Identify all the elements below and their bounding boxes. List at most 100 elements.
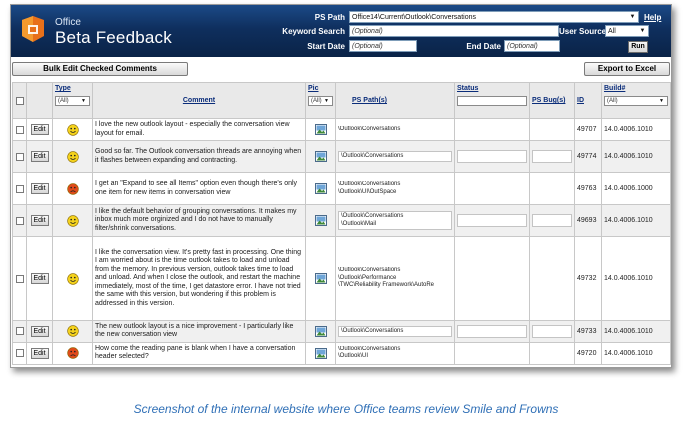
comment-cell: The new outlook layout is a nice improve… xyxy=(92,320,306,343)
ps-paths-list[interactable]: \Outlook\Conversations \Outlook\Mail xyxy=(338,211,452,230)
chevron-down-icon: ▼ xyxy=(629,14,636,20)
status-input[interactable] xyxy=(457,214,527,227)
ps-path-item: \Outlook\UI\OutSpace xyxy=(338,188,397,195)
comment-text: I like the conversation view. It's prett… xyxy=(95,249,301,307)
status-cell xyxy=(454,172,530,205)
edit-button[interactable]: Edit xyxy=(30,273,49,284)
edit-cell: Edit xyxy=(26,320,53,343)
smile-face-icon xyxy=(66,123,79,136)
edit-cell: Edit xyxy=(26,172,53,205)
pic-cell xyxy=(305,320,336,343)
ps-bugs-cell xyxy=(529,341,575,365)
row-checkbox[interactable] xyxy=(15,274,24,283)
run-button[interactable]: Run xyxy=(628,41,648,53)
comment-header: Comment xyxy=(92,82,306,119)
picture-icon[interactable] xyxy=(314,124,327,135)
ps-paths-list: \Outlook\Conversations xyxy=(338,126,452,134)
id-cell: 49720 xyxy=(574,341,602,365)
feedback-id: 49732 xyxy=(577,275,597,282)
row-select-cell xyxy=(12,236,27,321)
pic-cell xyxy=(305,172,336,205)
status-filter-input[interactable] xyxy=(457,96,527,106)
edit-header xyxy=(26,82,53,119)
status-sort-link[interactable]: Status xyxy=(457,85,527,92)
comment-cell: I like the default behavior of grouping … xyxy=(92,204,306,237)
ps-paths-cell: \Outlook\Conversations xyxy=(335,118,455,141)
end-date-input[interactable]: (Optional) xyxy=(504,40,560,52)
build-sort-link[interactable]: Build# xyxy=(604,85,668,92)
pic-cell xyxy=(305,204,336,237)
id-sort-link[interactable]: ID xyxy=(577,97,599,104)
frown-face-icon xyxy=(66,182,79,195)
ps-path-item: \Outlook\Conversations xyxy=(338,345,401,352)
picture-icon[interactable] xyxy=(314,183,327,194)
table-row: Edit I get an "Expand to see all Items" o… xyxy=(12,172,671,205)
row-select-cell xyxy=(12,118,27,141)
ps-paths-list: \Outlook\Conversations \Outlook\Performan… xyxy=(338,267,452,290)
pic-filter-select[interactable]: (All) ▼ xyxy=(308,96,333,106)
picture-icon[interactable] xyxy=(314,325,327,337)
comment-sort-link[interactable]: Comment xyxy=(95,97,303,104)
feedback-id: 49707 xyxy=(577,126,597,133)
status-header: Status xyxy=(454,82,530,119)
edit-button[interactable]: Edit xyxy=(30,215,49,226)
select-all-checkbox[interactable] xyxy=(15,97,24,105)
pic-cell xyxy=(305,140,336,173)
ps-bug-input[interactable] xyxy=(532,214,572,227)
status-cell xyxy=(454,140,530,173)
table-row: Edit I love the new outlook layout - espe… xyxy=(12,118,671,141)
ps-path-value: Office14\Current\Outlook\Conversations xyxy=(352,14,476,21)
row-checkbox[interactable] xyxy=(15,184,24,193)
edit-button[interactable]: Edit xyxy=(30,325,49,337)
start-date-input[interactable]: (Optional) xyxy=(349,40,417,52)
ps-path-item: \Outlook\Conversations xyxy=(341,213,404,219)
picture-icon[interactable] xyxy=(314,273,327,284)
status-cell xyxy=(454,341,530,365)
type-cell xyxy=(52,118,93,141)
ps-paths-list[interactable]: \Outlook\Conversations xyxy=(338,150,452,163)
row-checkbox[interactable] xyxy=(15,152,24,161)
id-cell: 49774 xyxy=(574,140,602,173)
comment-text: The new outlook layout is a nice improve… xyxy=(95,323,294,339)
table-row: Edit I like the conversation view. It's p… xyxy=(12,236,671,321)
status-input[interactable] xyxy=(457,324,527,338)
edit-button[interactable]: Edit xyxy=(30,124,49,135)
row-checkbox[interactable] xyxy=(15,327,24,336)
ps-bug-input[interactable] xyxy=(532,324,572,338)
bulk-edit-button[interactable]: Bulk Edit Checked Comments xyxy=(12,62,188,76)
edit-button[interactable]: Edit xyxy=(30,151,49,162)
ps-bugs-sort-link[interactable]: PS Bug(s) xyxy=(532,97,572,104)
picture-icon[interactable] xyxy=(314,215,327,226)
row-checkbox[interactable] xyxy=(15,216,24,225)
chevron-down-icon: ▼ xyxy=(659,98,664,104)
picture-icon[interactable] xyxy=(314,347,327,359)
edit-button[interactable]: Edit xyxy=(30,183,49,194)
type-filter-select[interactable]: (All) ▼ xyxy=(55,96,90,106)
ps-path-select[interactable]: Office14\Current\Outlook\Conversations ▼ xyxy=(349,11,639,23)
id-cell: 49733 xyxy=(574,320,602,343)
ps-bug-input[interactable] xyxy=(532,150,572,163)
ps-paths-list[interactable]: \Outlook\Conversations xyxy=(338,325,452,338)
edit-cell: Edit xyxy=(26,236,53,321)
pic-sort-link[interactable]: Pic xyxy=(308,85,333,92)
pic-cell xyxy=(305,236,336,321)
ps-paths-sort-link[interactable]: PS Path(s) xyxy=(352,97,452,104)
comment-cell: How come the reading pane is blank when … xyxy=(92,341,306,365)
help-link[interactable]: Help xyxy=(644,13,661,22)
picture-icon[interactable] xyxy=(314,151,327,162)
ps-bugs-cell xyxy=(529,204,575,237)
status-input[interactable] xyxy=(457,150,527,163)
keyword-input[interactable]: (Optional) xyxy=(349,25,559,37)
table-row: Edit How come the reading pane is blank w… xyxy=(12,341,671,365)
status-cell xyxy=(454,236,530,321)
row-select-cell xyxy=(12,204,27,237)
edit-button[interactable]: Edit xyxy=(30,347,49,359)
comment-cell: Good so far. The Outlook conversation th… xyxy=(92,140,306,173)
build-filter-select[interactable]: (All) ▼ xyxy=(604,96,668,106)
type-sort-link[interactable]: Type xyxy=(55,85,90,92)
pic-cell xyxy=(305,118,336,141)
row-checkbox[interactable] xyxy=(15,349,24,358)
user-source-select[interactable]: All ▼ xyxy=(605,25,649,37)
row-checkbox[interactable] xyxy=(15,125,24,134)
export-excel-button[interactable]: Export to Excel xyxy=(584,62,670,76)
